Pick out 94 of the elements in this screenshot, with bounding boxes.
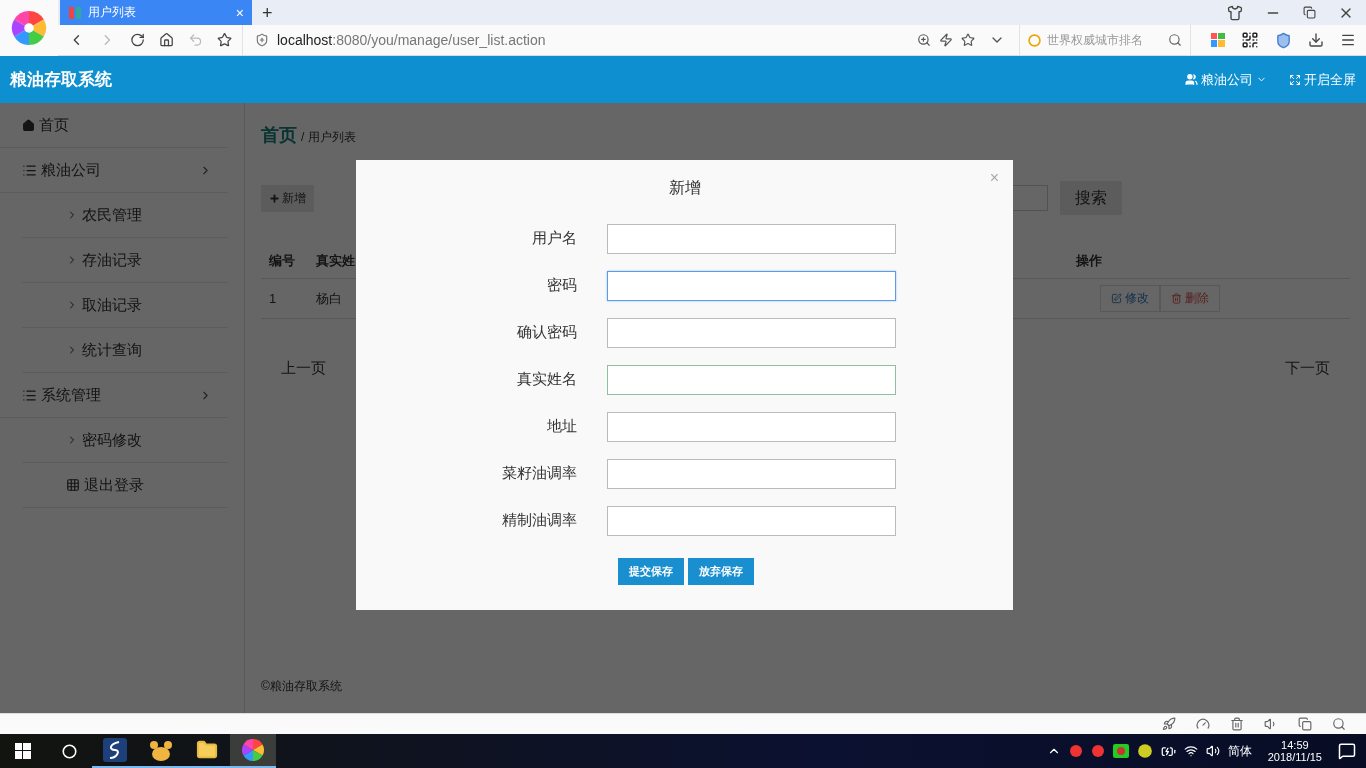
zoom-icon[interactable] bbox=[917, 33, 931, 47]
notifications-icon[interactable] bbox=[1338, 742, 1356, 760]
page-icon bbox=[68, 5, 82, 20]
input-field[interactable] bbox=[607, 270, 896, 301]
sidebar-item[interactable]: 首页 bbox=[0, 103, 228, 148]
rocket-icon[interactable] bbox=[1162, 717, 1176, 731]
search-icon[interactable] bbox=[1332, 717, 1346, 731]
sidebar-item[interactable]: 粮油公司 bbox=[0, 148, 228, 193]
trash-icon[interactable] bbox=[1230, 717, 1244, 731]
browser-app-icon[interactable] bbox=[241, 738, 265, 762]
input-field[interactable] bbox=[607, 364, 896, 395]
home-icon[interactable] bbox=[158, 31, 174, 49]
trash-icon bbox=[1171, 293, 1182, 304]
download-icon[interactable] bbox=[1308, 32, 1324, 48]
table-cell-text: 1 bbox=[269, 291, 278, 306]
field-label: 精制油调率 bbox=[501, 511, 577, 530]
app-title: 粮油存取系统 bbox=[10, 69, 112, 91]
qr-code-icon[interactable] bbox=[1241, 31, 1259, 49]
sidebar-item[interactable]: 存油记录 bbox=[22, 238, 228, 283]
paw-app-icon[interactable] bbox=[149, 739, 173, 761]
input-method-indicator[interactable]: 简体 bbox=[1227, 742, 1252, 760]
add-button[interactable]: 新增 bbox=[261, 184, 314, 212]
fullscreen-link[interactable]: 开启全屏 bbox=[1289, 70, 1356, 89]
field-label: 地址 bbox=[546, 417, 577, 436]
shield-icon[interactable] bbox=[1275, 31, 1292, 49]
previous-page-link[interactable]: 上一页 bbox=[281, 359, 326, 378]
edit-button[interactable]: 修改 bbox=[1100, 285, 1160, 312]
breadcrumb-current: 用户列表 bbox=[308, 129, 357, 146]
field-label: 真实姓名 bbox=[516, 370, 577, 389]
field-label: 密码 bbox=[546, 276, 577, 295]
star-icon[interactable] bbox=[961, 33, 975, 47]
input-field[interactable] bbox=[607, 411, 896, 442]
column-header: 编号 bbox=[269, 251, 296, 270]
field-label: 用户名 bbox=[531, 229, 577, 248]
sidebar-item[interactable]: 统计查询 bbox=[22, 328, 228, 373]
browser-tab[interactable]: 用户列表 × bbox=[60, 0, 252, 25]
folder-icon[interactable] bbox=[196, 739, 218, 761]
search-button[interactable]: 搜索 bbox=[1060, 181, 1122, 215]
skin-icon[interactable] bbox=[1227, 4, 1243, 21]
sidebar-item[interactable]: 退出登录 bbox=[22, 463, 228, 508]
footer-text: ©粮油存取系统 bbox=[261, 678, 343, 695]
browser-logo-icon[interactable] bbox=[10, 9, 48, 47]
clock[interactable]: 14:59 2018/11/15 bbox=[1267, 739, 1322, 763]
address-field[interactable]: localhost:8080/you/manage/user_list.action bbox=[277, 32, 546, 48]
sidebar-item[interactable]: 密码修改 bbox=[22, 418, 228, 463]
plus-icon bbox=[269, 192, 280, 204]
input-field[interactable] bbox=[607, 505, 896, 536]
list-icon bbox=[22, 162, 37, 178]
new-tab-button[interactable]: + bbox=[262, 4, 273, 22]
expand-icon bbox=[1289, 73, 1301, 86]
grid-icon bbox=[66, 478, 80, 492]
restore-icon[interactable] bbox=[1303, 6, 1316, 19]
wifi-icon[interactable] bbox=[1183, 744, 1198, 758]
tray-app-icon[interactable] bbox=[1112, 744, 1129, 758]
column-header: 真实姓 bbox=[316, 251, 356, 270]
delete-button[interactable]: 删除 bbox=[1160, 285, 1220, 312]
search-circle-icon[interactable] bbox=[61, 743, 77, 759]
close-button[interactable]: × bbox=[983, 168, 1005, 188]
input-field[interactable] bbox=[607, 458, 896, 489]
list-icon bbox=[22, 387, 37, 403]
shield-icon bbox=[255, 33, 269, 47]
reload-icon[interactable] bbox=[129, 31, 145, 49]
close-icon[interactable]: × bbox=[235, 5, 244, 20]
windows-start-icon[interactable] bbox=[15, 743, 31, 759]
search-engine-icon bbox=[1028, 33, 1041, 47]
window-icon[interactable] bbox=[1298, 717, 1312, 731]
company-menu[interactable]: 粮油公司 bbox=[1185, 70, 1267, 89]
input-field[interactable] bbox=[607, 317, 896, 348]
gauge-icon[interactable] bbox=[1196, 717, 1210, 731]
sidebar-item[interactable]: 农民管理 bbox=[22, 193, 228, 238]
search-icon bbox=[1168, 33, 1182, 47]
field-label: 确认密码 bbox=[516, 323, 577, 342]
apps-icon[interactable] bbox=[1211, 33, 1225, 47]
modal-title: 新增 bbox=[668, 178, 701, 198]
breadcrumb-separator: / bbox=[301, 130, 305, 144]
volume-icon[interactable] bbox=[1205, 744, 1220, 758]
cancel-button[interactable]: 放弃保存 bbox=[687, 558, 754, 585]
edit-icon bbox=[1111, 293, 1122, 304]
search-field[interactable]: 世界权威城市排名 bbox=[1019, 25, 1191, 55]
next-page-link[interactable]: 下一页 bbox=[1285, 359, 1330, 378]
submit-button[interactable]: 提交保存 bbox=[617, 558, 684, 585]
users-icon bbox=[1185, 73, 1198, 86]
table-cell-text: 杨白 bbox=[316, 289, 343, 308]
script-app-icon[interactable] bbox=[103, 738, 127, 762]
field-label: 菜籽油调率 bbox=[501, 464, 577, 483]
sidebar-item[interactable]: 取油记录 bbox=[22, 283, 228, 328]
bookmark-star-icon[interactable] bbox=[216, 31, 232, 49]
lightning-icon[interactable] bbox=[939, 33, 953, 47]
home-icon bbox=[22, 118, 35, 132]
input-field[interactable] bbox=[607, 223, 896, 254]
breadcrumb-link[interactable]: 首页 bbox=[261, 123, 297, 147]
column-header: 操作 bbox=[1076, 251, 1103, 270]
menu-icon[interactable] bbox=[1340, 32, 1356, 48]
sidebar-item[interactable]: 系统管理 bbox=[0, 373, 228, 418]
